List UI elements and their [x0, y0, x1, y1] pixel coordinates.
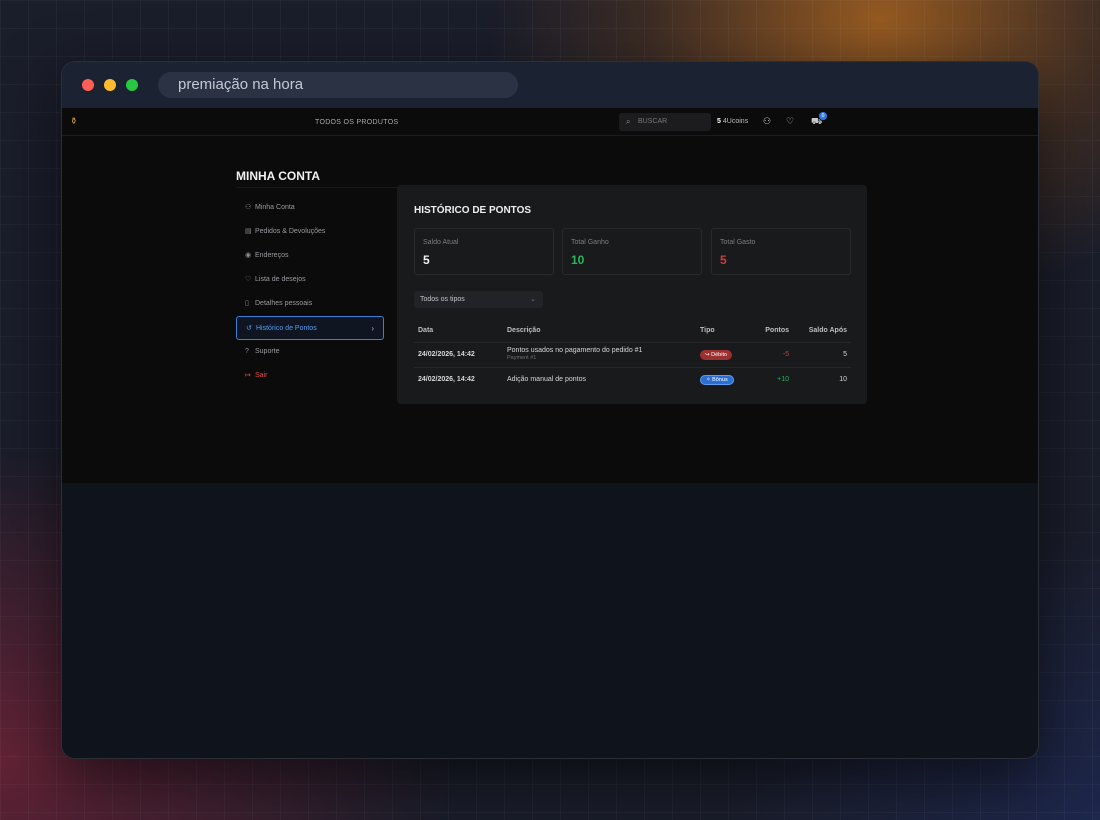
location-icon: ◉: [245, 252, 252, 259]
orders-icon: ▤: [245, 228, 252, 235]
user-icon[interactable]: ⚇: [763, 116, 771, 127]
heart-icon[interactable]: ♡: [786, 116, 794, 127]
points-history-panel: HISTÓRICO DE PONTOS Saldo Atual 5 Total …: [397, 185, 867, 404]
sidebar-item-label: Suporte: [255, 348, 280, 355]
row-balance: 5: [843, 351, 847, 358]
row-date: 24/02/2026, 14:42: [418, 376, 475, 383]
stat-label: Saldo Atual: [423, 239, 459, 246]
help-icon: ?: [245, 348, 249, 355]
column-header-type[interactable]: Tipo: [700, 327, 715, 334]
row-points: +10: [777, 376, 789, 383]
sidebar-item-enderecos[interactable]: ◉ Endereços: [236, 244, 384, 268]
maximize-window-button[interactable]: [126, 79, 138, 91]
coins-label: 4Ucoins: [722, 118, 749, 125]
row-description: Pontos usados no pagamento do pedido #1 …: [507, 347, 642, 361]
coins-count: 5: [717, 118, 721, 125]
table-header: Data Descrição Tipo Pontos Saldo Após: [414, 322, 851, 342]
row-points: -5: [782, 351, 789, 358]
sidebar-item-label: Pedidos & Devoluções: [255, 228, 326, 235]
debit-badge: ↪ Débito: [700, 350, 733, 360]
stat-card-total-ganho: Total Ganho 10: [562, 228, 702, 275]
table-row[interactable]: 24/02/2026, 14:42 Pontos usados no pagam…: [414, 342, 851, 367]
type-filter-select[interactable]: Todos os tipos ⌄: [414, 291, 543, 308]
filter-value: Todos os tipos: [420, 296, 465, 303]
stat-card-saldo-atual: Saldo Atual 5: [414, 228, 554, 275]
sidebar-item-historico-pontos[interactable]: ↺ Histórico de Pontos ›: [236, 316, 384, 340]
cart-count-badge: 0: [819, 112, 827, 120]
search-placeholder: BUSCAR: [638, 118, 668, 125]
sidebar-item-label: Detalhes pessoais: [255, 300, 313, 307]
stat-card-total-gasto: Total Gasto 5: [711, 228, 851, 275]
logout-icon: ↦: [245, 372, 251, 379]
points-table: Data Descrição Tipo Pontos Saldo Após 24…: [414, 322, 851, 392]
page-title: MINHA CONTA: [236, 169, 320, 183]
stat-label: Total Gasto: [720, 239, 756, 246]
sidebar-item-pedidos[interactable]: ▤ Pedidos & Devoluções: [236, 220, 384, 244]
panel-title: HISTÓRICO DE PONTOS: [414, 205, 532, 216]
all-products-link[interactable]: TODOS OS PRODUTOS: [315, 119, 398, 126]
column-header-balance[interactable]: Saldo Após: [809, 327, 847, 334]
column-header-description[interactable]: Descrição: [507, 327, 540, 334]
user-icon: ⚇: [245, 204, 252, 211]
chevron-right-icon: ›: [371, 324, 374, 333]
page-empty-area: [62, 483, 1038, 758]
row-description-text: Pontos usados no pagamento do pedido #1: [507, 347, 643, 354]
column-header-points[interactable]: Pontos: [765, 327, 789, 334]
row-date: 24/02/2026, 14:42: [418, 351, 475, 358]
sidebar-item-suporte[interactable]: ? Suporte: [236, 340, 384, 364]
badge-label: Débito: [711, 352, 728, 358]
column-header-date[interactable]: Data: [418, 327, 433, 334]
browser-titlebar: premiação na hora: [62, 62, 1038, 108]
stat-value: 5: [720, 253, 727, 267]
account-sidebar: ⚇ Minha Conta ▤ Pedidos & Devoluções ◉ Ende…: [236, 196, 384, 388]
table-row[interactable]: 24/02/2026, 14:42 Adição manual de ponto…: [414, 367, 851, 392]
minimize-window-button[interactable]: [104, 79, 116, 91]
sidebar-item-label: Histórico de Pontos: [256, 325, 317, 332]
sidebar-item-lista-desejos[interactable]: ♡ Lista de desejos: [236, 268, 384, 292]
top-navigation: ⚱ TODOS OS PRODUTOS ⌕ BUSCAR 5 4Ucoins ⚇ …: [62, 108, 1038, 136]
stat-value: 5: [423, 253, 430, 267]
row-type: ✧ Bônus: [700, 375, 734, 385]
badge-label: Bônus: [712, 377, 728, 383]
logo-icon[interactable]: ⚱: [70, 115, 82, 127]
document-icon: ▯: [245, 300, 249, 307]
sidebar-item-label: Sair: [255, 372, 268, 379]
sidebar-item-detalhes-pessoais[interactable]: ▯ Detalhes pessoais: [236, 292, 384, 316]
heart-icon: ♡: [245, 276, 252, 283]
row-balance: 10: [839, 376, 847, 383]
address-bar[interactable]: premiação na hora: [158, 72, 518, 98]
row-description: Adição manual de pontos: [507, 376, 586, 383]
search-icon: ⌕: [626, 117, 631, 126]
search-input[interactable]: ⌕ BUSCAR: [619, 113, 711, 131]
site-content: ⚱ TODOS OS PRODUTOS ⌕ BUSCAR 5 4Ucoins ⚇ …: [62, 108, 1038, 483]
sidebar-item-minha-conta[interactable]: ⚇ Minha Conta: [236, 196, 384, 220]
sidebar-item-sair[interactable]: ↦ Sair: [236, 364, 384, 388]
row-type: ↪ Débito: [700, 350, 733, 360]
history-icon: ↺: [246, 325, 252, 332]
sidebar-item-label: Lista de desejos: [255, 276, 306, 283]
bonus-badge: ✧ Bônus: [700, 375, 734, 385]
stat-value: 10: [571, 253, 585, 267]
chevron-down-icon: ⌄: [530, 296, 536, 303]
sidebar-item-label: Endereços: [255, 252, 289, 259]
browser-window: premiação na hora ⚱ TODOS OS PRODUTOS ⌕ …: [61, 61, 1039, 759]
sidebar-item-label: Minha Conta: [255, 204, 295, 211]
stat-label: Total Ganho: [571, 239, 609, 246]
close-window-button[interactable]: [82, 79, 94, 91]
row-description-sub: Payment #1: [507, 355, 537, 361]
coins-balance[interactable]: 5 4Ucoins: [717, 118, 748, 125]
